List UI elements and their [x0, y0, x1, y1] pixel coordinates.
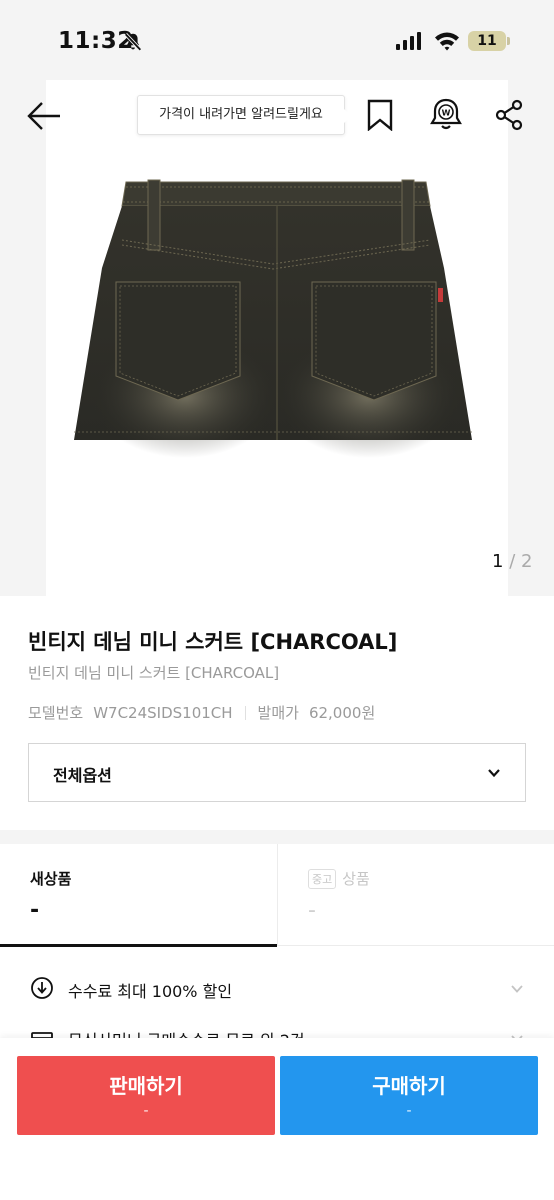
meta-divider [244, 705, 246, 720]
price-alert-tooltip[interactable]: 가격이 내려가면 알려드릴게요 [137, 95, 352, 135]
product-subtitle: 빈티지 데님 미니 스커트 [CHARCOAL] [28, 664, 280, 682]
share-icon[interactable] [494, 99, 524, 131]
option-select-label: 전체옵션 [53, 766, 112, 785]
chevron-down-icon [488, 769, 500, 778]
battery-tip [507, 37, 510, 45]
tab-new-product[interactable]: 새상품 - [0, 844, 277, 947]
release-price-value: 62,000원 [308, 704, 376, 722]
tab-used-title-wrap: 중고 상품 [308, 868, 370, 889]
model-number-value: W7C24SIDS101CH [93, 703, 233, 722]
tab-used-title: 상품 [342, 870, 370, 888]
sell-button[interactable]: 판매하기 - [17, 1056, 275, 1135]
pager-current: 1 [492, 551, 504, 572]
bookmark-icon[interactable] [366, 99, 394, 131]
status-bar: 11:32 11 [0, 0, 554, 80]
used-badge: 중고 [308, 868, 337, 889]
tab-new-title: 새상품 [30, 870, 72, 888]
tab-new-price: - [30, 898, 40, 923]
product-image-card [46, 80, 508, 596]
chevron-down-icon [511, 985, 523, 993]
model-number-label: 모델번호 [28, 704, 84, 722]
denim-skirt-image [68, 178, 486, 458]
back-arrow-icon[interactable] [24, 98, 64, 134]
product-title: 빈티지 데님 미니 스커트 [CHARCOAL] [28, 630, 398, 654]
option-select[interactable]: 전체옵션 [28, 743, 526, 802]
image-pager: 1 / 2 [492, 551, 532, 572]
buy-button-price: - [406, 1103, 412, 1119]
condition-tabs: 새상품 - 중고 상품 - [0, 844, 554, 947]
product-meta: 모델번호 W7C24SIDS101CH 발매가 62,000원 [28, 702, 375, 723]
product-image-area[interactable]: 가격이 내려가면 알려드릴게요 W 1 / 2 [0, 80, 554, 596]
buy-button-label: 구매하기 [372, 1074, 446, 1098]
sell-button-price: - [143, 1103, 149, 1119]
sell-button-label: 판매하기 [109, 1074, 183, 1098]
price-alert-bell-icon[interactable]: W [429, 97, 463, 131]
bell-off-icon [124, 32, 142, 52]
benefit-text: 수수료 최대 100% 할인 [68, 982, 233, 1001]
buy-button[interactable]: 구매하기 - [280, 1056, 538, 1135]
benefit-row-discount[interactable]: 수수료 최대 100% 할인 [0, 964, 554, 1014]
wifi-icon [435, 32, 459, 51]
pager-total: 2 [521, 551, 533, 572]
release-price-label: 발매가 [257, 704, 299, 722]
section-divider [0, 830, 554, 844]
discount-circle-icon [31, 977, 53, 999]
active-tab-indicator [0, 944, 277, 947]
bottom-action-bar: 판매하기 - 구매하기 - [0, 1038, 554, 1200]
battery-indicator: 11 [468, 31, 506, 51]
tab-used-product[interactable]: 중고 상품 - [277, 844, 554, 946]
pager-separator: / [509, 551, 516, 572]
cellular-signal-icon [396, 32, 421, 50]
svg-text:W: W [442, 109, 451, 118]
tab-used-price: - [308, 898, 316, 923]
